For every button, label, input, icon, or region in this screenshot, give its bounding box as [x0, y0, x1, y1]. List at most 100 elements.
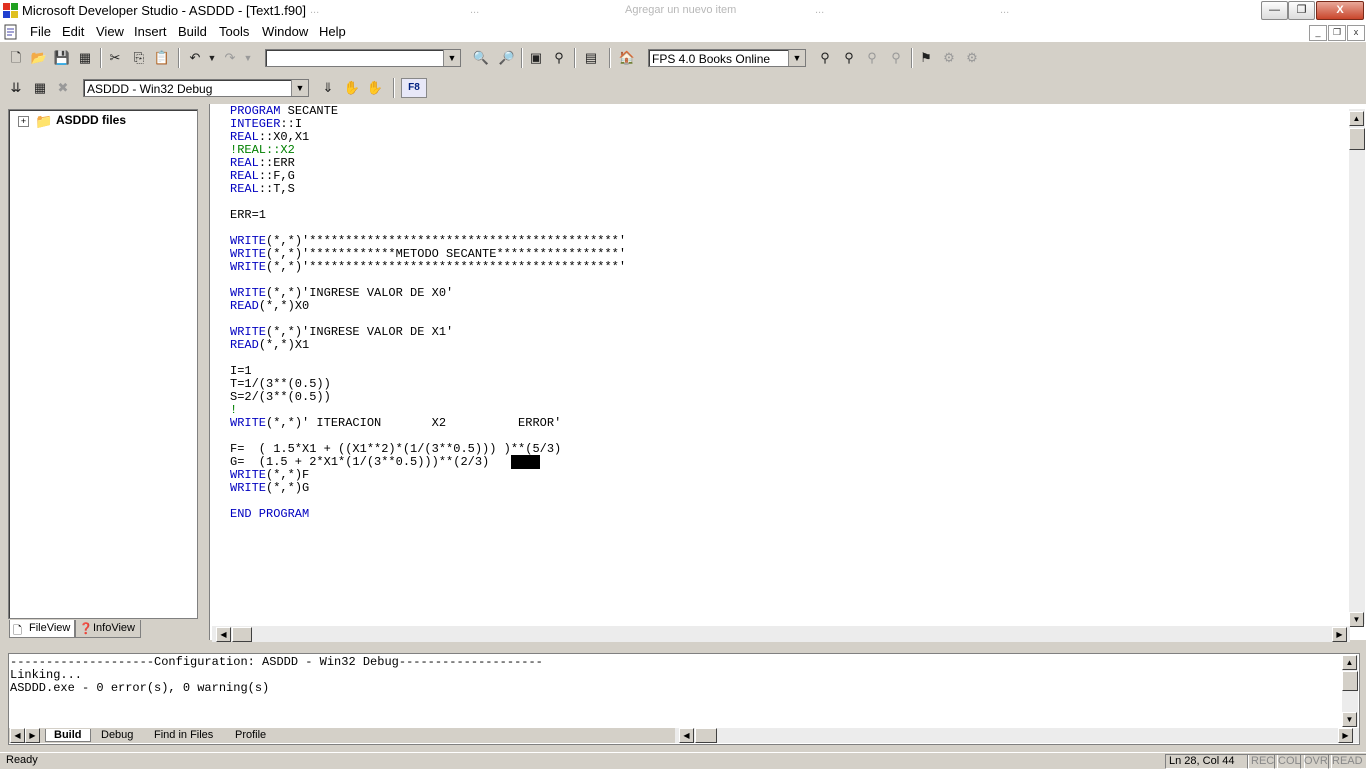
scroll-left-icon[interactable]: ◀: [679, 728, 694, 743]
stop-build-icon[interactable]: ✖: [53, 78, 73, 98]
redo-dropdown-icon[interactable]: ▼: [238, 48, 258, 68]
find-combo[interactable]: ▼: [265, 49, 461, 67]
previous-topic-icon[interactable]: ⚲: [862, 48, 882, 68]
books-online-combo[interactable]: FPS 4.0 Books Online ▼: [648, 49, 806, 67]
find-in-files-icon[interactable]: 🔍: [471, 48, 491, 68]
minimize-button[interactable]: —: [1261, 1, 1288, 20]
menu-insert[interactable]: Insert: [134, 24, 167, 39]
horizontal-scrollbar[interactable]: ◀ ▶: [212, 626, 1350, 642]
menu-help[interactable]: Help: [319, 24, 346, 39]
output-window-icon[interactable]: ▤: [581, 48, 601, 68]
document-icon[interactable]: [3, 24, 19, 40]
expand-icon[interactable]: +: [18, 116, 29, 127]
code-line[interactable]: WRITE(*,*)' ITERACION X2 ERROR': [230, 417, 626, 430]
configuration-combo[interactable]: ASDDD - Win32 Debug ▼: [83, 79, 309, 97]
code-line[interactable]: [230, 352, 626, 365]
f8-button[interactable]: F8: [401, 78, 427, 98]
close-button[interactable]: X: [1316, 1, 1364, 20]
menu-window[interactable]: Window: [262, 24, 308, 39]
ghost-tab: ...: [310, 4, 320, 16]
scroll-thumb[interactable]: [695, 728, 717, 743]
next-book-icon[interactable]: ⚙: [962, 48, 982, 68]
mdi-restore-button[interactable]: ❐: [1328, 25, 1346, 41]
scroll-thumb[interactable]: [1349, 128, 1365, 150]
new-file-icon[interactable]: 🗋: [6, 48, 26, 68]
keyword-token: WRITE: [230, 234, 267, 248]
paste-icon[interactable]: 📋: [152, 48, 172, 68]
code-line[interactable]: ERR=1: [230, 209, 626, 222]
comment-token: !REAL::X2: [230, 143, 295, 157]
menu-file[interactable]: File: [30, 24, 51, 39]
keyword-token: READ: [230, 299, 259, 313]
save-all-icon[interactable]: ▦: [75, 48, 95, 68]
scroll-thumb[interactable]: [232, 627, 252, 642]
go-icon[interactable]: ⇓: [318, 78, 338, 98]
code-line[interactable]: READ(*,*)X0: [230, 300, 626, 313]
tab-fileview[interactable]: 🗋 FileView: [9, 620, 75, 638]
tree-root-label[interactable]: ASDDD files: [56, 113, 126, 127]
breakpoint-hand-icon[interactable]: ✋: [365, 78, 385, 98]
tab-scroll-right-icon[interactable]: ▶: [25, 728, 40, 743]
menu-edit[interactable]: Edit: [62, 24, 84, 39]
scroll-left-icon[interactable]: ◀: [216, 627, 231, 642]
code-line[interactable]: REAL::T,S: [230, 183, 626, 196]
scroll-down-icon[interactable]: ▼: [1342, 712, 1357, 727]
text-token: ERR=1: [230, 208, 267, 222]
mdi-minimize-button[interactable]: _: [1309, 25, 1327, 41]
build-icon[interactable]: ▦: [30, 78, 50, 98]
find-icon[interactable]: 🔎: [497, 48, 517, 68]
code-line[interactable]: END PROGRAM: [230, 508, 626, 521]
code-editor[interactable]: PROGRAM SECANTE INTEGER::I REAL::X0,X1 !REA…: [209, 104, 1366, 642]
code-text[interactable]: PROGRAM SECANTE INTEGER::I REAL::X0,X1 !REA…: [230, 105, 626, 521]
menu-view[interactable]: View: [96, 24, 124, 39]
code-line[interactable]: WRITE(*,*)G: [230, 482, 626, 495]
tab-debug[interactable]: Debug: [97, 729, 137, 741]
copy-icon[interactable]: ⎘: [129, 48, 149, 68]
text-token: ::ERR: [258, 156, 295, 170]
mdi-close-button[interactable]: x: [1347, 25, 1365, 41]
tab-build[interactable]: Build: [45, 729, 91, 742]
redo-icon[interactable]: ↷: [220, 48, 240, 68]
vertical-scrollbar[interactable]: ▲ ▼: [1349, 109, 1365, 627]
code-line[interactable]: WRITE(*,*)'*****************************…: [230, 261, 626, 274]
code-line[interactable]: S=2/(3**(0.5)): [230, 391, 626, 404]
chevron-down-icon[interactable]: ▼: [788, 50, 805, 66]
scroll-up-icon[interactable]: ▲: [1349, 111, 1364, 126]
binoculars-icon[interactable]: ⚲: [549, 48, 569, 68]
scroll-up-icon[interactable]: ▲: [1342, 655, 1357, 670]
search-icon[interactable]: ⚲: [815, 48, 835, 68]
tab-find-in-files[interactable]: Find in Files: [150, 729, 217, 741]
text-token: (*,*)X0: [258, 299, 310, 313]
cut-icon[interactable]: ✂: [105, 48, 125, 68]
chevron-down-icon[interactable]: ▼: [291, 80, 308, 96]
open-folder-icon[interactable]: 📂: [29, 48, 49, 68]
previous-book-icon[interactable]: ⚙: [939, 48, 959, 68]
scroll-right-icon[interactable]: ▶: [1338, 728, 1353, 743]
status-text: Ready: [6, 754, 38, 766]
workspace-icon[interactable]: ▣: [526, 48, 546, 68]
tab-infoview[interactable]: ❓ InfoView: [75, 620, 141, 638]
output-vertical-scrollbar[interactable]: ▲ ▼: [1342, 655, 1358, 727]
folder-icon: 📁: [35, 113, 53, 129]
tab-scroll-left-icon[interactable]: ◀: [10, 728, 25, 743]
hand-icon[interactable]: ✋: [342, 78, 362, 98]
tab-profile[interactable]: Profile: [231, 729, 270, 741]
compile-icon[interactable]: ⇊: [6, 78, 26, 98]
menu-build[interactable]: Build: [178, 24, 207, 39]
search-results-icon[interactable]: ⚲: [839, 48, 859, 68]
scroll-right-icon[interactable]: ▶: [1332, 627, 1347, 642]
next-topic-icon[interactable]: ⚲: [886, 48, 906, 68]
code-line[interactable]: READ(*,*)X1: [230, 339, 626, 352]
output-horizontal-scrollbar[interactable]: ◀ ▶: [675, 728, 1359, 743]
output-line: ASDDD.exe - 0 error(s), 0 warning(s): [10, 681, 270, 695]
home-icon[interactable]: 🏠: [617, 48, 637, 68]
restore-button[interactable]: ❐: [1288, 1, 1315, 20]
undo-dropdown-icon[interactable]: ▼: [202, 48, 222, 68]
chevron-down-icon[interactable]: ▼: [443, 50, 460, 66]
code-line[interactable]: [230, 196, 626, 209]
scroll-down-icon[interactable]: ▼: [1349, 612, 1364, 627]
sync-contents-icon[interactable]: ⚑: [916, 48, 936, 68]
save-icon[interactable]: 💾: [52, 48, 72, 68]
menu-tools[interactable]: Tools: [219, 24, 249, 39]
scroll-thumb[interactable]: [1342, 671, 1358, 691]
